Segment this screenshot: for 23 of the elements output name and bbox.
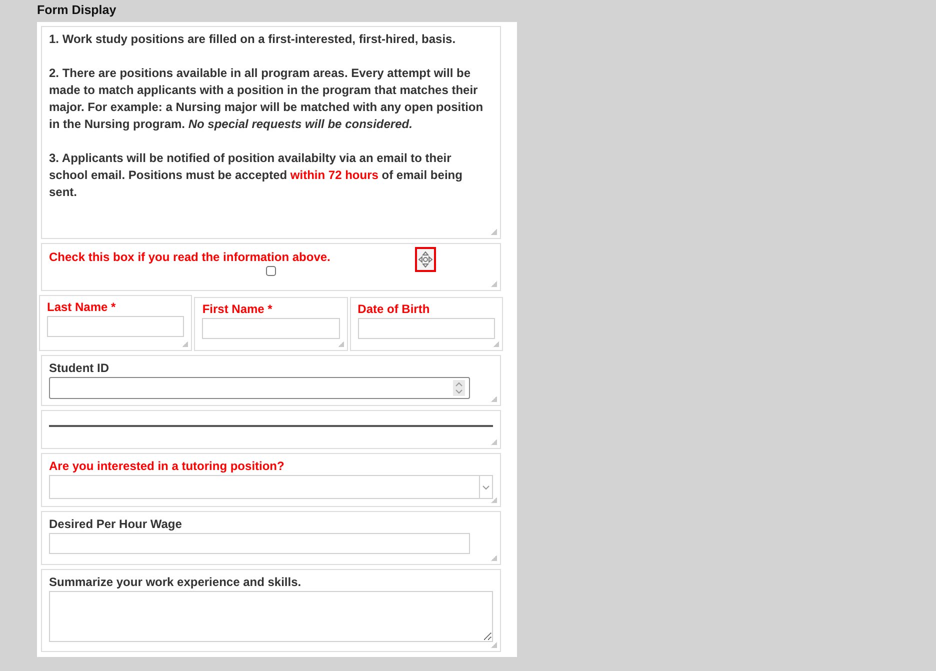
read-confirmation-checkbox[interactable] — [266, 266, 276, 276]
tutoring-select[interactable] — [49, 475, 493, 499]
checkbox-label: Check this box if you read the information above. — [49, 250, 330, 264]
field-label: Student ID — [49, 361, 109, 375]
field-label: Date of Birth — [358, 302, 430, 316]
name-input[interactable] — [358, 318, 495, 339]
move-handle-icon[interactable] — [415, 247, 436, 272]
name-input[interactable] — [47, 316, 184, 337]
wage-input[interactable] — [49, 533, 470, 554]
instruction-paragraph: 3. Applicants will be notified of position availabilty via an email to their school email. Positions must be accepted within 72 hours of email being sent. — [49, 150, 464, 201]
spinner-icon[interactable] — [453, 380, 465, 396]
field-label: Desired Per Hour Wage — [49, 517, 182, 531]
experience-textarea[interactable] — [49, 591, 493, 642]
chevron-down-icon — [482, 484, 490, 490]
field-label: Are you interested in a tutoring position? — [49, 459, 284, 473]
name-input[interactable] — [202, 318, 340, 339]
student-id-input[interactable] — [49, 377, 470, 399]
panel-title: Form Display — [37, 3, 118, 17]
field-label: Summarize your work experience and skills. — [49, 575, 302, 589]
instruction-paragraph: 2. There are positions available in all program areas. Every attempt will be made to match applicants with a position in the program that matches their major. For example: a Nursing major will be matched with any open position in the Nursing program. No special requests will be considered. — [49, 65, 484, 133]
instruction-paragraph: 1. Work study positions are filled on a first-interested, first-hired, basis. — [49, 31, 457, 48]
field-label: First Name * — [202, 302, 272, 316]
field-label: Last Name * — [47, 300, 116, 314]
